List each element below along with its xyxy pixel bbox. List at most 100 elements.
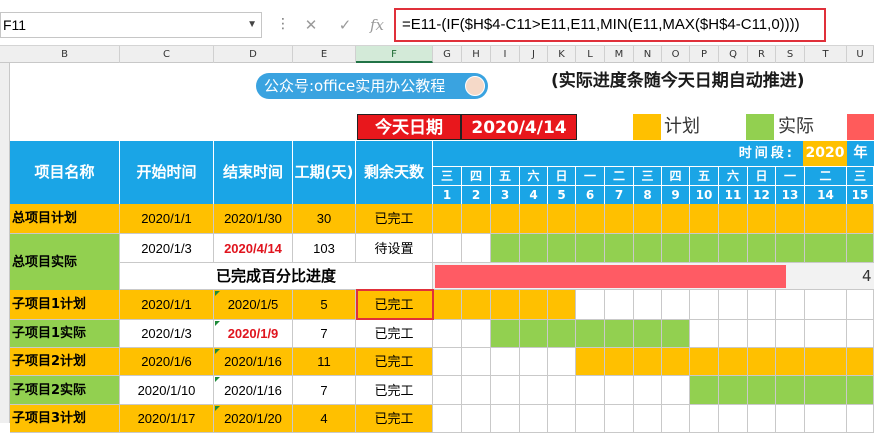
gantt-cell[interactable] xyxy=(491,405,520,433)
gantt-cell[interactable] xyxy=(719,348,748,376)
row-duration[interactable]: 103 xyxy=(293,234,356,263)
row-remaining[interactable]: 已完工 xyxy=(356,204,433,234)
gantt-cell[interactable] xyxy=(805,405,847,433)
gantt-cell[interactable] xyxy=(748,348,776,376)
row-start[interactable]: 2020/1/6 xyxy=(120,348,214,376)
column-header-G[interactable]: G xyxy=(433,46,462,63)
gantt-cell[interactable] xyxy=(690,234,719,263)
row-end[interactable]: 2020/1/20 xyxy=(214,405,293,433)
column-header-P[interactable]: P xyxy=(690,46,719,63)
gantt-cell[interactable] xyxy=(776,348,805,376)
row-end[interactable]: 2020/1/30 xyxy=(214,204,293,234)
row-duration[interactable]: 7 xyxy=(293,376,356,405)
row-duration[interactable]: 7 xyxy=(293,320,356,348)
column-header-D[interactable]: D xyxy=(214,46,293,63)
column-header-J[interactable]: J xyxy=(520,46,548,63)
gantt-cell[interactable] xyxy=(491,320,520,348)
gantt-cell[interactable] xyxy=(491,204,520,234)
row-duration[interactable]: 4 xyxy=(293,405,356,433)
row-start[interactable]: 2020/1/10 xyxy=(120,376,214,405)
row-end[interactable]: 2020/4/14 xyxy=(214,234,293,263)
column-header-L[interactable]: L xyxy=(576,46,605,63)
gantt-cell[interactable] xyxy=(748,376,776,405)
row-end[interactable]: 2020/1/16 xyxy=(214,376,293,405)
row-duration[interactable]: 5 xyxy=(293,290,356,320)
gantt-cell[interactable] xyxy=(576,290,605,320)
gantt-cell[interactable] xyxy=(634,405,662,433)
gantt-cell[interactable] xyxy=(719,234,748,263)
column-header-T[interactable]: T xyxy=(805,46,847,63)
row-name[interactable]: 子项目2实际 xyxy=(10,376,120,405)
gantt-cell[interactable] xyxy=(548,204,576,234)
gantt-cell[interactable] xyxy=(462,290,491,320)
row-name[interactable]: 子项目3计划 xyxy=(10,405,120,433)
gantt-cell[interactable] xyxy=(462,376,491,405)
gantt-cell[interactable] xyxy=(805,234,847,263)
column-header-K[interactable]: K xyxy=(548,46,576,63)
gantt-cell[interactable] xyxy=(662,204,690,234)
gantt-cell[interactable] xyxy=(847,320,874,348)
gantt-cell[interactable] xyxy=(690,204,719,234)
column-header-R[interactable]: R xyxy=(748,46,776,63)
gantt-cell[interactable] xyxy=(576,204,605,234)
gantt-cell[interactable] xyxy=(662,320,690,348)
gantt-cell[interactable] xyxy=(605,290,634,320)
gantt-cell[interactable] xyxy=(605,234,634,263)
row-name[interactable]: 总项目实际 xyxy=(10,234,120,292)
gantt-cell[interactable] xyxy=(548,234,576,263)
row-remaining[interactable]: 已完工 xyxy=(356,348,433,376)
gantt-cell[interactable] xyxy=(748,320,776,348)
gantt-cell[interactable] xyxy=(748,234,776,263)
gantt-cell[interactable] xyxy=(491,290,520,320)
column-header-E[interactable]: E xyxy=(293,46,356,63)
gantt-cell[interactable] xyxy=(662,405,690,433)
gantt-cell[interactable] xyxy=(748,405,776,433)
gantt-cell[interactable] xyxy=(576,405,605,433)
gantt-cell[interactable] xyxy=(491,376,520,405)
gantt-cell[interactable] xyxy=(462,320,491,348)
gantt-cell[interactable] xyxy=(719,405,748,433)
gantt-cell[interactable] xyxy=(748,290,776,320)
gantt-cell[interactable] xyxy=(634,290,662,320)
gantt-cell[interactable] xyxy=(805,290,847,320)
gantt-cell[interactable] xyxy=(662,376,690,405)
row-remaining[interactable]: 已完工 xyxy=(356,320,433,348)
gantt-cell[interactable] xyxy=(576,348,605,376)
row-name[interactable]: 子项目1计划 xyxy=(10,290,120,320)
gantt-cell[interactable] xyxy=(847,348,874,376)
gantt-cell[interactable] xyxy=(433,290,462,320)
gantt-cell[interactable] xyxy=(690,290,719,320)
row-start[interactable]: 2020/1/1 xyxy=(120,290,214,320)
chevron-down-icon[interactable]: ▼ xyxy=(247,13,257,37)
gantt-cell[interactable] xyxy=(719,320,748,348)
column-header-S[interactable]: S xyxy=(776,46,805,63)
column-header-M[interactable]: M xyxy=(605,46,634,63)
gantt-cell[interactable] xyxy=(548,376,576,405)
gantt-cell[interactable] xyxy=(433,348,462,376)
row-remaining[interactable]: 已完工 xyxy=(356,405,433,433)
gantt-cell[interactable] xyxy=(662,290,690,320)
row-duration[interactable]: 30 xyxy=(293,204,356,234)
gantt-cell[interactable] xyxy=(433,204,462,234)
gantt-cell[interactable] xyxy=(847,290,874,320)
today-date[interactable]: 2020/4/14 xyxy=(461,114,577,140)
row-duration[interactable]: 11 xyxy=(293,348,356,376)
row-start[interactable]: 2020/1/17 xyxy=(120,405,214,433)
gantt-cell[interactable] xyxy=(776,320,805,348)
gantt-cell[interactable] xyxy=(520,348,548,376)
gantt-cell[interactable] xyxy=(690,320,719,348)
gantt-cell[interactable] xyxy=(776,405,805,433)
gantt-cell[interactable] xyxy=(662,234,690,263)
formula-input[interactable]: =E11-(IF($H$4-C11>E11,E11,MIN(E11,MAX($H… xyxy=(394,8,826,42)
gantt-cell[interactable] xyxy=(576,376,605,405)
row-remaining[interactable]: 待设置 xyxy=(356,234,433,263)
column-header-I[interactable]: I xyxy=(491,46,520,63)
gantt-cell[interactable] xyxy=(719,204,748,234)
gantt-cell[interactable] xyxy=(462,204,491,234)
gantt-cell[interactable] xyxy=(719,290,748,320)
gantt-cell[interactable] xyxy=(520,320,548,348)
row-name[interactable]: 子项目2计划 xyxy=(10,348,120,376)
row-name[interactable]: 子项目1实际 xyxy=(10,320,120,348)
column-header-B[interactable]: B xyxy=(10,46,120,63)
gantt-cell[interactable] xyxy=(433,376,462,405)
